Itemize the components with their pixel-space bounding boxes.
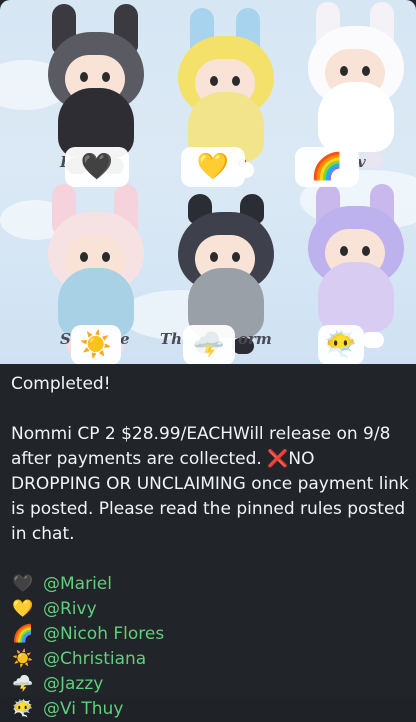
- face-in-clouds-icon: 😶‍🌫️: [324, 330, 358, 360]
- doll-label-fragment: Th: [160, 330, 183, 348]
- face-in-clouds-icon: 😶‍🌫️: [12, 699, 34, 719]
- message-text: Completed! Nommi CP 2 $28.99/EACHWill re…: [11, 372, 409, 722]
- rainbow-icon: 🌈: [310, 152, 344, 182]
- yellow-heart-icon: 💛: [12, 599, 34, 619]
- emoji-tag-thunder-cloud: 🌩️: [183, 325, 235, 364]
- product-photo[interactable]: I e v S e Th orm 🖤 💛 🌈 ☀️ 🌩️ 😶‍🌫️: [0, 0, 416, 364]
- thunder-cloud-icon: 🌩️: [12, 674, 34, 694]
- user-mention-link[interactable]: @Mariel: [43, 572, 112, 597]
- doll-label-fragment: S: [60, 330, 71, 348]
- claim-row: 🌩️ @Jazzy: [11, 672, 409, 697]
- message-body: Nommi CP 2 $28.99/EACHWill release on 9/…: [11, 422, 409, 547]
- emoji-tag-yellow-heart: 💛: [181, 147, 245, 187]
- claim-row: 😶‍🌫️ @Vi Thuy: [11, 697, 409, 722]
- black-heart-icon: 🖤: [80, 152, 114, 182]
- rainbow-icon: 🌈: [12, 624, 34, 644]
- user-mention-link[interactable]: @Christiana: [43, 647, 146, 672]
- sun-icon: ☀️: [79, 330, 113, 360]
- claim-row: ☀️ @Christiana: [11, 647, 409, 672]
- claim-row: 🖤 @Mariel: [11, 572, 409, 597]
- cross-mark-icon: ❌: [267, 449, 289, 469]
- sun-icon: ☀️: [12, 649, 34, 669]
- emoji-tag-black-heart: 🖤: [65, 147, 129, 187]
- yellow-heart-icon: 💛: [196, 152, 230, 182]
- emoji-tag-face-in-clouds: 😶‍🌫️: [318, 325, 364, 364]
- black-heart-icon: 🖤: [12, 574, 34, 594]
- doll-label-fragment: e: [120, 330, 130, 348]
- claim-row: 💛 @Rivy: [11, 597, 409, 622]
- user-mention-link[interactable]: @Nicoh Flores: [43, 622, 164, 647]
- body-text: Nommi CP 2 $28.99/EACHWill release on 9/…: [11, 424, 391, 469]
- status-line: Completed!: [11, 374, 111, 394]
- emoji-tag-sun: ☀️: [71, 325, 121, 364]
- doll-label-fragment: orm: [238, 330, 272, 348]
- claim-row: 🌈 @Nicoh Flores: [11, 622, 409, 647]
- user-mention-link[interactable]: @Jazzy: [43, 672, 103, 697]
- emoji-tag-rainbow: 🌈: [295, 147, 359, 187]
- thunder-cloud-icon: 🌩️: [192, 330, 226, 360]
- message-bubble: I e v S e Th orm 🖤 💛 🌈 ☀️ 🌩️ 😶‍🌫️ Comple…: [0, 0, 416, 719]
- user-mention-link[interactable]: @Rivy: [43, 597, 97, 622]
- user-mention-link[interactable]: @Vi Thuy: [43, 697, 123, 722]
